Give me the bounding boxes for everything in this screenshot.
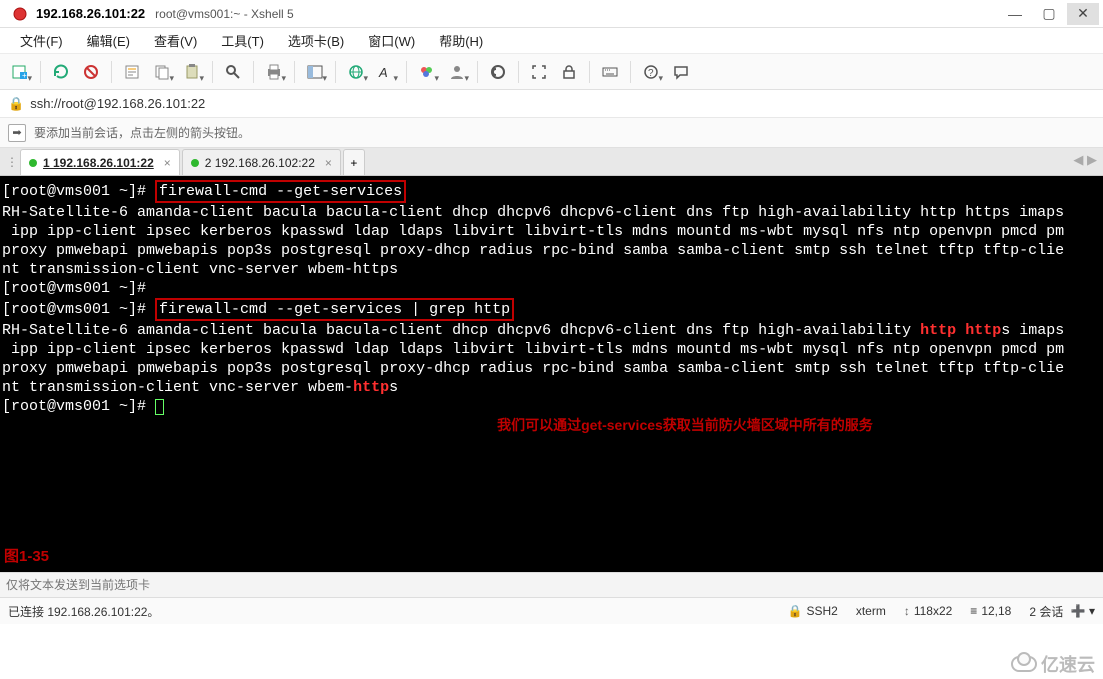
search-icon[interactable] — [219, 58, 247, 86]
address-text[interactable]: ssh://root@192.168.26.101:22 — [30, 96, 205, 111]
script-icon[interactable] — [484, 58, 512, 86]
highlight-box: firewall-cmd --get-services — [155, 180, 406, 203]
status-connection: 已连接 192.168.26.101:22。 — [8, 603, 159, 620]
ssh-lock-icon: 🔒 — [8, 96, 24, 112]
figure-label: 图1-35 — [4, 547, 49, 566]
app-logo-icon — [12, 6, 28, 22]
terminal-output: RH-Satellite-6 amanda-client bacula bacu… — [2, 204, 1064, 278]
menu-file[interactable]: 文件(F) — [10, 29, 73, 52]
address-bar: 🔒 ssh://root@192.168.26.101:22 — [0, 90, 1103, 118]
font-icon[interactable]: A — [372, 58, 400, 86]
tab-close-icon[interactable]: × — [325, 156, 332, 170]
maximize-button[interactable]: ▢ — [1033, 3, 1065, 25]
status-protocol: 🔒 SSH2 — [788, 604, 838, 618]
annotation-text: 我们可以通过get-services获取当前防火墙区域中所有的服务 — [497, 417, 873, 433]
menu-tools[interactable]: 工具(T) — [211, 29, 274, 52]
new-session-icon[interactable]: + — [6, 58, 34, 86]
command-text: firewall-cmd --get-services | grep http — [159, 301, 510, 318]
svg-text:+: + — [22, 71, 27, 80]
tab-close-icon[interactable]: × — [164, 156, 171, 170]
prompt: [root@vms001 ~]# — [2, 183, 146, 200]
disconnect-icon[interactable] — [77, 58, 105, 86]
tab-session-1[interactable]: 1 192.168.26.101:22 × — [20, 149, 180, 175]
tab-menu-icon[interactable]: ⋮ — [4, 149, 20, 175]
hint-bar: ➡ 要添加当前会话，点击左侧的箭头按钮。 — [0, 118, 1103, 148]
menu-bar: 文件(F) 编辑(E) 查看(V) 工具(T) 选项卡(B) 窗口(W) 帮助(… — [0, 28, 1103, 54]
tab-label: 2 192.168.26.102:22 — [205, 156, 315, 170]
reconnect-icon[interactable] — [47, 58, 75, 86]
prompt: [root@vms001 ~]# — [2, 280, 146, 297]
compose-bar — [0, 572, 1103, 598]
chat-icon[interactable] — [667, 58, 695, 86]
minimize-button[interactable]: — — [999, 3, 1031, 25]
status-dot-icon — [29, 159, 37, 167]
fullscreen-icon[interactable] — [525, 58, 553, 86]
status-size: 118x22 — [904, 604, 952, 618]
cloud-icon — [1011, 656, 1037, 672]
status-bar: 已连接 192.168.26.101:22。 🔒 SSH2 xterm 118x… — [0, 598, 1103, 624]
paste-icon[interactable] — [178, 58, 206, 86]
terminal[interactable]: [root@vms001 ~]# firewall-cmd --get-serv… — [0, 176, 1103, 572]
compose-input[interactable] — [0, 578, 1103, 592]
grep-match: http — [965, 322, 1001, 339]
terminal-output: ipp ipp-client ipsec kerberos kpasswd ld… — [2, 341, 1064, 396]
tab-label: 1 192.168.26.101:22 — [43, 156, 154, 170]
user-icon[interactable] — [443, 58, 471, 86]
encoding-icon[interactable] — [342, 58, 370, 86]
grep-match: http — [920, 322, 956, 339]
terminal-output: RH-Satellite-6 amanda-client bacula bacu… — [2, 322, 920, 339]
tab-bar: ⋮ 1 192.168.26.101:22 × 2 192.168.26.102… — [0, 148, 1103, 176]
menu-help[interactable]: 帮助(H) — [429, 29, 493, 52]
status-terminal-type: xterm — [856, 604, 886, 618]
tab-session-2[interactable]: 2 192.168.26.102:22 × — [182, 149, 341, 175]
menu-tabs[interactable]: 选项卡(B) — [278, 29, 354, 52]
window-title: 192.168.26.101:22 — [36, 6, 145, 21]
properties-icon[interactable] — [118, 58, 146, 86]
watermark-text: 亿速云 — [1041, 651, 1095, 677]
copy-icon[interactable] — [148, 58, 176, 86]
prompt: [root@vms001 ~]# — [2, 301, 146, 318]
color-icon[interactable] — [413, 58, 441, 86]
window-subtitle: root@vms001:~ - Xshell 5 — [155, 7, 294, 21]
status-cursor-pos: ≡ 12,18 — [970, 604, 1011, 618]
prompt: [root@vms001 ~]# — [2, 398, 146, 415]
lock-icon[interactable] — [555, 58, 583, 86]
menu-view[interactable]: 查看(V) — [144, 29, 207, 52]
cursor-icon — [155, 399, 164, 415]
menu-edit[interactable]: 编辑(E) — [77, 29, 140, 52]
highlight-box: firewall-cmd --get-services | grep http — [155, 298, 514, 321]
title-bar: 192.168.26.101:22 root@vms001:~ - Xshell… — [0, 0, 1103, 28]
watermark: 亿速云 — [1011, 651, 1095, 677]
tab-add-button[interactable]: + — [343, 149, 365, 175]
print-icon[interactable] — [260, 58, 288, 86]
svg-text:A: A — [378, 65, 388, 80]
keyboard-icon[interactable] — [596, 58, 624, 86]
tab-scroll-arrows[interactable]: ◀ ▶ — [1073, 152, 1097, 168]
grep-match: http — [353, 379, 389, 396]
command-text: firewall-cmd --get-services — [159, 183, 402, 200]
status-sessions: 2 会话 ➕ ▾ — [1029, 603, 1095, 620]
toolbar: + A ? — [0, 54, 1103, 90]
panel-icon[interactable] — [301, 58, 329, 86]
help-icon[interactable]: ? — [637, 58, 665, 86]
hint-text: 要添加当前会话，点击左侧的箭头按钮。 — [34, 124, 250, 141]
menu-window[interactable]: 窗口(W) — [358, 29, 425, 52]
close-button[interactable]: ✕ — [1067, 3, 1099, 25]
add-session-arrow-button[interactable]: ➡ — [8, 124, 26, 142]
svg-text:?: ? — [648, 68, 654, 79]
status-dot-icon — [191, 159, 199, 167]
